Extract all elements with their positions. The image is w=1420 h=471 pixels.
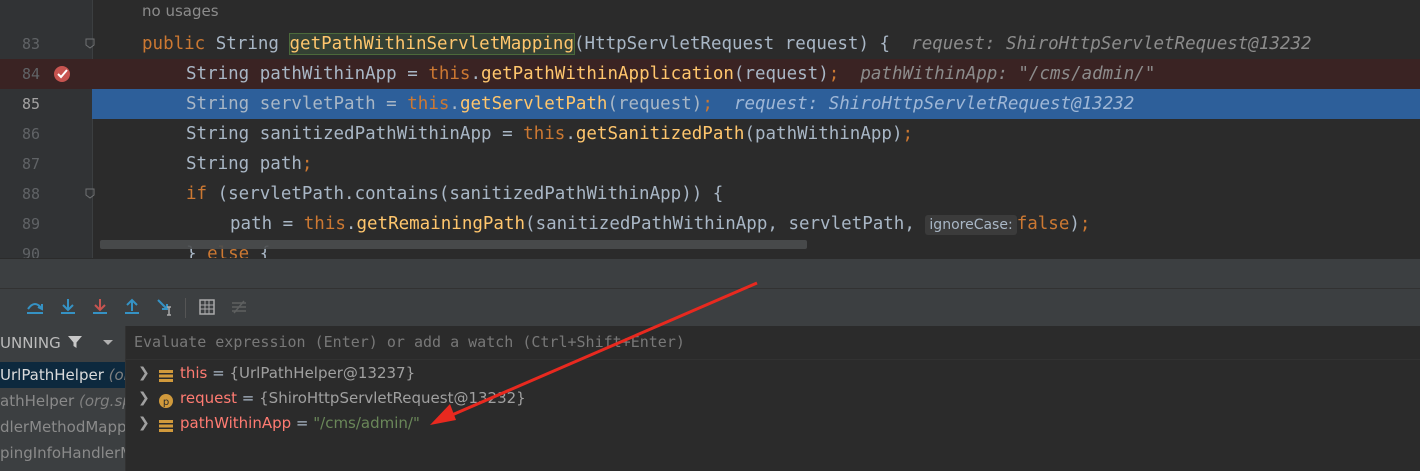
inline-value-hint: request: ShiroHttpServletRequest@13232 xyxy=(733,94,1135,114)
menu-icon[interactable] xyxy=(0,297,12,317)
fold-icon[interactable] xyxy=(85,38,95,49)
line-number: 83 xyxy=(21,35,40,53)
code-line-87[interactable]: 87 String path; xyxy=(0,149,1420,179)
code-text: public String getPathWithinServletMappin… xyxy=(142,33,1312,55)
parameter-icon: p xyxy=(159,391,173,408)
inline-value-hint: pathWithinApp: "/cms/admin/" xyxy=(860,64,1156,84)
field-icon xyxy=(159,416,173,432)
panel-splitter[interactable] xyxy=(0,258,1420,289)
line-number: 90 xyxy=(21,245,40,258)
expand-chevron-icon[interactable]: ❯ xyxy=(138,361,150,386)
code-text: if (servletPath.contains(sanitizedPathWi… xyxy=(186,184,724,204)
code-line-84[interactable]: 84 String pathWithinApp = this.getPathWi… xyxy=(0,59,1420,89)
code-text: String pathWithinApp = this.getPathWithi… xyxy=(186,64,1156,84)
variable-row[interactable]: ❯ pathWithinApp = "/cms/admin/" xyxy=(126,411,1420,436)
usages-hint[interactable]: no usages xyxy=(142,2,219,20)
code-text: String servletPath = this.getServletPath… xyxy=(186,94,1135,114)
step-over-icon[interactable] xyxy=(25,297,45,317)
variable-row[interactable]: ❯ this = {UrlPathHelper@13237} xyxy=(126,361,1420,386)
toolbar-separator xyxy=(185,298,186,318)
line-number: 89 xyxy=(21,215,40,233)
run-to-cursor-icon[interactable] xyxy=(155,297,175,317)
debugger-toolbar xyxy=(0,288,1420,328)
step-into-icon[interactable] xyxy=(58,297,78,317)
breakpoint-icon[interactable] xyxy=(53,65,71,83)
variable-row[interactable]: ❯ p request = {ShiroHttpServletRequest@1… xyxy=(126,386,1420,411)
line-number: 86 xyxy=(21,125,40,143)
horizontal-scrollbar[interactable] xyxy=(100,240,807,249)
trace-stream-icon[interactable] xyxy=(229,297,249,317)
code-editor[interactable]: no usages 83 public String getPathWithin… xyxy=(0,0,1420,258)
line-number: 84 xyxy=(21,65,40,83)
frame-item[interactable]: athHelper (org.sp xyxy=(0,388,125,414)
method-name-highlight: getPathWithinServletMapping xyxy=(288,33,576,55)
evaluate-expression-icon[interactable] xyxy=(197,297,217,317)
line-number: 87 xyxy=(21,155,40,173)
thread-selector[interactable]: UNNING xyxy=(0,326,125,359)
frame-item[interactable]: UrlPathHelper (org. xyxy=(0,362,125,388)
step-out-icon[interactable] xyxy=(122,297,142,317)
frames-panel: UNNING UrlPathHelper (org. athHelper (or… xyxy=(0,326,126,471)
expand-chevron-icon[interactable]: ❯ xyxy=(138,411,150,436)
chevron-down-icon[interactable] xyxy=(102,334,114,354)
fold-icon[interactable] xyxy=(85,188,95,199)
code-text: String sanitizedPathWithinApp = this.get… xyxy=(186,124,914,144)
line-number: 88 xyxy=(21,185,40,203)
variables-panel: ❯ this = {UrlPathHelper@13237} ❯ p reque… xyxy=(126,326,1420,471)
filter-icon[interactable] xyxy=(67,334,83,354)
evaluate-expression-input[interactable] xyxy=(134,331,1334,353)
expand-chevron-icon[interactable]: ❯ xyxy=(138,386,150,411)
parameter-name-hint: ignoreCase: xyxy=(925,215,1017,235)
code-text: path = this.getRemainingPath(sanitizedPa… xyxy=(230,214,1091,235)
code-line-89[interactable]: 89 path = this.getRemainingPath(sanitize… xyxy=(0,209,1420,239)
code-line-88[interactable]: 88 if (servletPath.contains(sanitizedPat… xyxy=(0,179,1420,209)
watch-bar xyxy=(126,326,1420,360)
code-line-83[interactable]: 83 public String getPathWithinServletMap… xyxy=(0,29,1420,59)
line-number: 85 xyxy=(21,95,40,113)
inline-value-hint: request: ShiroHttpServletRequest@13232 xyxy=(911,34,1312,54)
field-icon xyxy=(159,366,173,382)
force-step-into-icon[interactable] xyxy=(90,297,110,317)
frame-item[interactable]: pingInfoHandlerM xyxy=(0,440,125,466)
thread-status: UNNING xyxy=(0,334,61,352)
code-text: String path; xyxy=(186,154,313,174)
frame-item[interactable]: dlerMethodMapp xyxy=(0,414,125,440)
code-line-86[interactable]: 86 String sanitizedPathWithinApp = this.… xyxy=(0,119,1420,149)
code-line-85-current[interactable]: 85 String servletPath = this.getServletP… xyxy=(0,89,1420,119)
svg-text:p: p xyxy=(163,397,169,408)
